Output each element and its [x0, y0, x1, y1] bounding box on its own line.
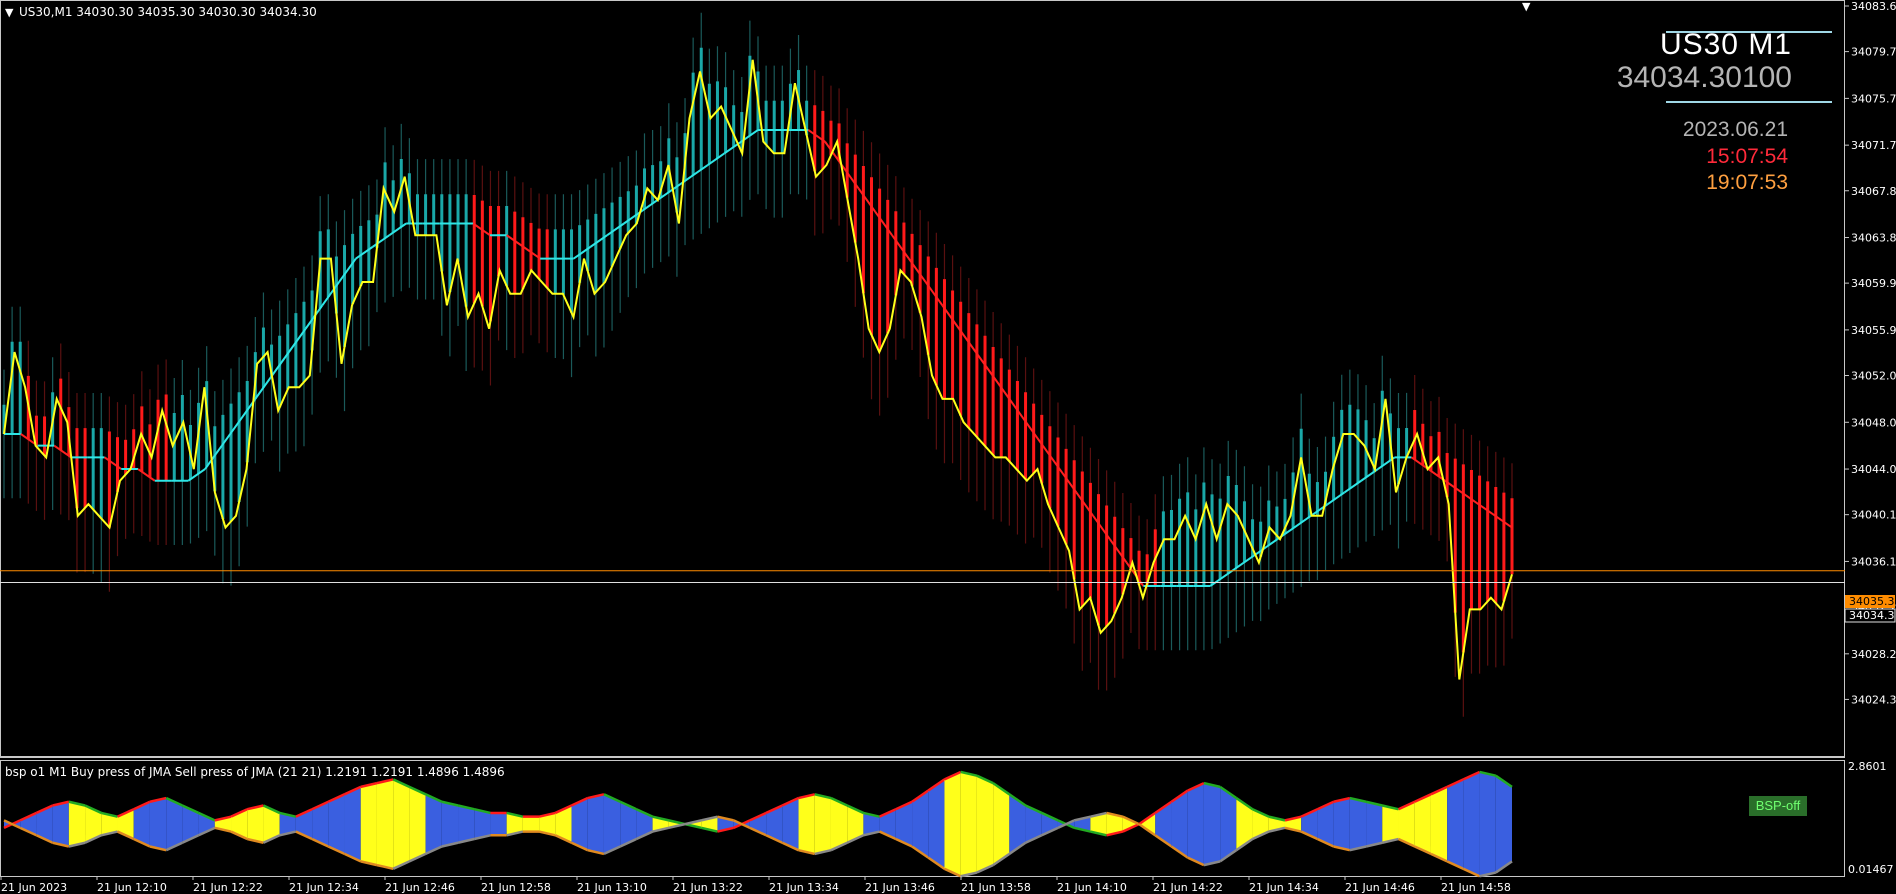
osc-area-segment: [1447, 779, 1464, 869]
bid-price-display: 34034.30100: [1616, 61, 1792, 94]
y-tick-label: 34055.9: [1851, 324, 1896, 337]
osc-area-segment: [522, 816, 540, 832]
osc-area-segment: [1495, 775, 1512, 873]
x-tick-label: 21 Jun 14:46: [1345, 881, 1415, 894]
x-tick-label: 21 Jun 12:34: [289, 881, 359, 894]
y-tick-label: 34063.8: [1851, 232, 1896, 245]
x-tick-label: 21 Jun 13:58: [961, 881, 1031, 894]
chart-dropdown-icon[interactable]: ▼: [5, 6, 14, 19]
osc-area-segment: [976, 775, 994, 873]
x-tick-label: 21 Jun 13:34: [769, 881, 839, 894]
y-tick-label: 34083.6: [1851, 0, 1896, 13]
osc-area-segment: [830, 798, 848, 851]
osc-area-segment: [393, 779, 410, 869]
osc-area-segment: [425, 794, 442, 854]
osc-area-segment: [376, 779, 394, 869]
y-tick-label: 34067.8: [1851, 185, 1896, 198]
date-display: 2023.06.21: [1682, 118, 1788, 141]
x-tick-label: 21 Jun 14:58: [1441, 881, 1511, 894]
y-tick-label: 34028.2: [1851, 648, 1896, 661]
osc-area-segment: [1203, 783, 1221, 866]
chart-title: US30,M1 34030.30 34035.30 34030.30 34034…: [19, 5, 317, 19]
osc-area-segment: [603, 794, 621, 854]
osc-area-segment: [52, 801, 69, 847]
osc-area-segment: [441, 801, 459, 847]
osc-area-segment: [344, 786, 361, 862]
osc-area-segment: [798, 794, 815, 854]
osc-area-segment: [166, 798, 183, 851]
x-tick-label: 21 Jun 12:22: [193, 881, 263, 894]
osc-area-segment: [1479, 771, 1496, 877]
osc-area-segment: [409, 786, 426, 862]
x-tick-label: 21 Jun 14:34: [1249, 881, 1319, 894]
osc-area-segment: [328, 794, 345, 854]
x-tick-label: 21 Jun 12:46: [385, 881, 455, 894]
x-tick-label: 21 Jun 13:10: [577, 881, 647, 894]
ask-price-label: 34035.3: [1849, 595, 1895, 608]
sub-axis-min: 0.01467: [1848, 863, 1894, 876]
y-tick-label: 34071.7: [1851, 139, 1896, 152]
osc-area-segment: [1220, 786, 1237, 862]
y-tick-label: 34048.0: [1851, 416, 1896, 429]
y-tick-label: 34024.3: [1851, 693, 1896, 706]
osc-area-segment: [149, 798, 167, 851]
sub-axis-max: 2.8601: [1848, 760, 1887, 773]
mt4-chart[interactable]: ▼ US30,M1 34030.30 34035.30 34030.30 340…: [0, 0, 1896, 894]
y-tick-label: 34059.9: [1851, 277, 1896, 290]
y-tick-label: 34075.7: [1851, 92, 1896, 105]
osc-area-segment: [814, 794, 831, 854]
osc-area-segment: [474, 809, 491, 840]
x-tick-label: 21 Jun 2023: [1, 881, 67, 894]
osc-area-segment: [960, 771, 977, 877]
local-time-display: 19:07:53: [1706, 171, 1788, 194]
x-tick-label: 21 Jun 12:10: [97, 881, 167, 894]
osc-area-segment: [360, 783, 377, 866]
bid-price-label: 34034.3: [1849, 609, 1895, 622]
osc-area-segment: [993, 783, 1010, 866]
osc-area-segment: [1382, 805, 1399, 843]
y-tick-label: 34052.0: [1851, 370, 1896, 383]
x-tick-label: 21 Jun 12:58: [481, 881, 551, 894]
osc-area-segment: [68, 801, 86, 847]
x-tick-label: 21 Jun 13:46: [865, 881, 935, 894]
osc-area-segment: [490, 812, 507, 836]
sub-window-title: bsp o1 M1 Buy press of JMA Sell press of…: [5, 765, 505, 779]
osc-area-segment: [458, 805, 475, 843]
server-time-display: 15:07:54: [1706, 145, 1788, 168]
shift-marker-icon[interactable]: ▼: [1522, 0, 1531, 13]
osc-area-segment: [1187, 783, 1204, 866]
osc-area-segment: [1463, 771, 1480, 877]
symbol-label: US30 M1: [1659, 28, 1792, 61]
y-tick-label: 34040.1: [1851, 509, 1896, 522]
osc-area-segment: [1414, 794, 1431, 854]
osc-area-segment: [1349, 798, 1367, 851]
y-tick-label: 34036.1: [1851, 555, 1896, 568]
x-tick-label: 21 Jun 13:22: [673, 881, 743, 894]
osc-area-segment: [782, 798, 799, 851]
osc-area-segment: [247, 805, 264, 843]
bsp-off-button[interactable]: BSP-off: [1749, 796, 1807, 816]
x-tick-label: 21 Jun 14:10: [1057, 881, 1127, 894]
x-tick-label: 21 Jun 14:22: [1153, 881, 1223, 894]
info-separator-bottom: [1666, 101, 1832, 103]
osc-area-segment: [928, 779, 945, 869]
osc-area-segment: [587, 794, 604, 854]
osc-area-segment: [1366, 801, 1383, 847]
osc-area-segment: [1430, 786, 1448, 862]
osc-area-segment: [1333, 798, 1350, 851]
y-tick-label: 34079.7: [1851, 46, 1896, 59]
osc-area-segment: [571, 798, 588, 851]
y-tick-label: 34044.0: [1851, 463, 1896, 476]
osc-area-segment: [944, 771, 961, 877]
